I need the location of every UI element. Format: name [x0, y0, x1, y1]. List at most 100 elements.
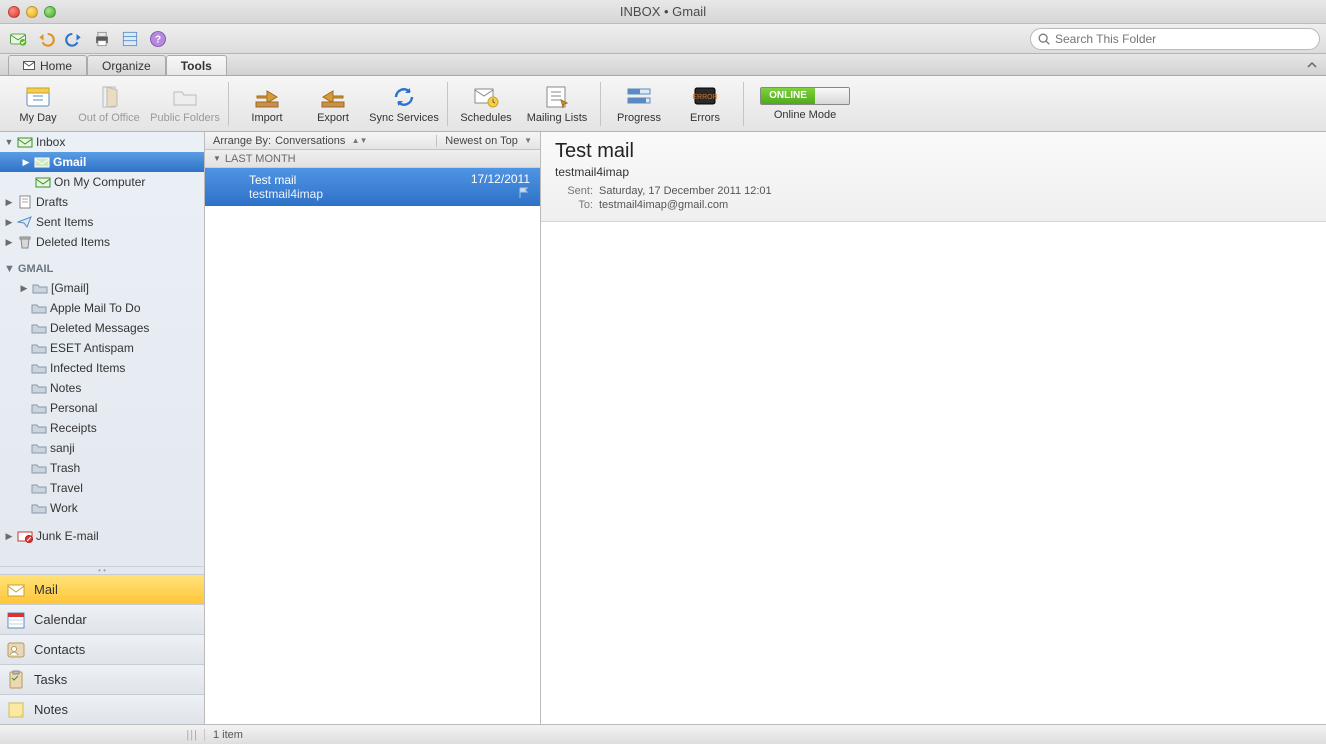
sidebar-folder-label: Apple Mail To Do — [50, 301, 141, 315]
print-button[interactable] — [90, 27, 114, 51]
preview-to-label: To: — [555, 199, 599, 211]
junk-icon — [17, 529, 33, 543]
collapse-ribbon-button[interactable] — [1304, 57, 1320, 73]
tab-tools-label: Tools — [181, 59, 212, 73]
public-folder-icon — [171, 84, 199, 110]
sidebar-gmail-folder[interactable]: Notes — [0, 378, 204, 398]
sidebar-folder-label: sanji — [50, 441, 75, 455]
sidebar-gmail-folder[interactable]: Trash — [0, 458, 204, 478]
public-folders-button[interactable]: Public Folders — [148, 78, 222, 130]
public-folders-label: Public Folders — [150, 112, 220, 124]
sidebar-gmail-folder[interactable]: Infected Items — [0, 358, 204, 378]
pane-resize-grip[interactable]: ||| — [0, 729, 205, 741]
message-list: Arrange By: Conversations ▲▼ Newest on T… — [205, 132, 541, 724]
my-day-button[interactable]: My Day — [6, 78, 70, 130]
sidebar-sent-label: Sent Items — [36, 215, 93, 229]
inbox-icon — [17, 135, 33, 149]
send-receive-button[interactable] — [6, 27, 30, 51]
calendar-day-icon — [24, 84, 52, 110]
sidebar-gmail-folder[interactable]: Deleted Messages — [0, 318, 204, 338]
sidebar-inbox-local[interactable]: On My Computer — [0, 172, 204, 192]
status-bar: ||| 1 item — [0, 724, 1326, 744]
sidebar-gmail-folder[interactable]: Personal — [0, 398, 204, 418]
sidebar-gmail-folder[interactable]: ▶[Gmail] — [0, 278, 204, 298]
search-input[interactable] — [1055, 32, 1313, 46]
flag-icon[interactable] — [518, 187, 530, 202]
online-mode-control[interactable]: ONLINE Online Mode — [760, 87, 850, 121]
search-box[interactable] — [1030, 28, 1320, 50]
online-mode-label: Online Mode — [774, 109, 836, 121]
preview-subject: Test mail — [555, 140, 1312, 163]
tab-tools[interactable]: Tools — [166, 55, 227, 75]
nav-notes[interactable]: Notes — [0, 694, 204, 724]
sidebar-splitter[interactable]: • • — [0, 566, 204, 574]
sidebar-inbox-gmail[interactable]: ▶Gmail — [0, 152, 204, 172]
sync-services-button[interactable]: Sync Services — [367, 78, 441, 130]
online-toggle[interactable]: ONLINE — [760, 87, 850, 105]
contacts-nav-icon — [6, 640, 26, 660]
errors-button[interactable]: ERRORErrors — [673, 78, 737, 130]
group-header[interactable]: ▼LAST MONTH — [205, 150, 540, 168]
folder-icon — [31, 402, 47, 414]
arrange-by-value: Conversations — [275, 135, 345, 147]
list-header: Arrange By: Conversations ▲▼ Newest on T… — [205, 132, 540, 150]
sidebar-drafts[interactable]: ▶Drafts — [0, 192, 204, 212]
online-pill-label: ONLINE — [761, 88, 815, 104]
tab-organize-label: Organize — [102, 59, 151, 73]
sidebar-folder-label: [Gmail] — [51, 281, 89, 295]
nav-mail[interactable]: Mail — [0, 574, 204, 604]
folder-icon — [32, 282, 48, 294]
svg-text:?: ? — [155, 34, 161, 45]
sidebar-deleted[interactable]: ▶Deleted Items — [0, 232, 204, 252]
sidebar-gmail-folder[interactable]: sanji — [0, 438, 204, 458]
preview-pane: Test mail testmail4imap Sent: Saturday, … — [541, 132, 1326, 724]
sidebar-folder-label: ESET Antispam — [50, 341, 134, 355]
sidebar-gmail-folder[interactable]: Travel — [0, 478, 204, 498]
nav-notes-label: Notes — [34, 702, 68, 717]
progress-icon — [625, 84, 653, 110]
svg-text:ERROR: ERROR — [692, 94, 717, 101]
progress-button[interactable]: Progress — [607, 78, 671, 130]
sidebar-junk[interactable]: ▶Junk E-mail — [0, 526, 204, 546]
tasks-nav-icon — [6, 670, 26, 690]
sidebar-folder-label: Infected Items — [50, 361, 125, 375]
sidebar-sent[interactable]: ▶Sent Items — [0, 212, 204, 232]
tab-organize[interactable]: Organize — [87, 55, 166, 75]
sidebar-gmail-folder[interactable]: Apple Mail To Do — [0, 298, 204, 318]
nav-tasks[interactable]: Tasks — [0, 664, 204, 694]
sidebar-section-gmail[interactable]: ▼GMAIL — [0, 260, 204, 278]
drafts-icon — [18, 195, 32, 209]
sidebar-inbox[interactable]: ▼Inbox — [0, 132, 204, 152]
trash-icon — [18, 235, 32, 249]
arrange-by-dropdown[interactable]: Arrange By: Conversations ▲▼ — [205, 135, 436, 147]
sidebar-inbox-local-label: On My Computer — [54, 175, 145, 189]
nav-contacts[interactable]: Contacts — [0, 634, 204, 664]
import-label: Import — [251, 112, 282, 124]
ribbon-separator — [228, 82, 229, 126]
mailing-lists-button[interactable]: Mailing Lists — [520, 78, 594, 130]
sidebar-junk-label: Junk E-mail — [36, 529, 99, 543]
mailing-lists-label: Mailing Lists — [527, 112, 588, 124]
message-from: testmail4imap — [249, 187, 530, 201]
sidebar-gmail-folder[interactable]: Receipts — [0, 418, 204, 438]
redo-button[interactable] — [62, 27, 86, 51]
import-button[interactable]: Import — [235, 78, 299, 130]
nav-calendar[interactable]: Calendar — [0, 604, 204, 634]
schedules-button[interactable]: Schedules — [454, 78, 518, 130]
sidebar-gmail-folder[interactable]: ESET Antispam — [0, 338, 204, 358]
sidebar-inbox-gmail-label: Gmail — [53, 155, 86, 169]
preview-header: Test mail testmail4imap Sent: Saturday, … — [541, 132, 1326, 222]
sidebar-folder-label: Deleted Messages — [50, 321, 149, 335]
sidebar-gmail-folder[interactable]: Work — [0, 498, 204, 518]
list-view-button[interactable] — [118, 27, 142, 51]
help-button[interactable]: ? — [146, 27, 170, 51]
door-icon — [95, 84, 123, 110]
undo-button[interactable] — [34, 27, 58, 51]
mailing-list-icon — [543, 84, 571, 110]
sort-dropdown[interactable]: Newest on Top ▼ — [436, 135, 540, 147]
tab-home[interactable]: Home — [8, 55, 87, 75]
out-of-office-button[interactable]: Out of Office — [72, 78, 146, 130]
export-button[interactable]: Export — [301, 78, 365, 130]
sent-icon — [17, 215, 33, 229]
message-row[interactable]: Test mail testmail4imap 17/12/2011 — [205, 168, 540, 206]
